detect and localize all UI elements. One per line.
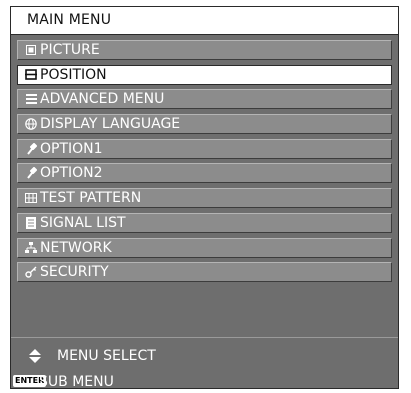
menu-item-signal-list[interactable]: SIGNAL LIST (17, 212, 392, 233)
main-menu-panel: MAIN MENU PICTURE POSITION ADVANCED MENU… (10, 6, 399, 390)
wrench-icon (24, 164, 38, 182)
menu-item-picture[interactable]: PICTURE (17, 40, 392, 60)
signal-list-icon (24, 214, 38, 232)
advanced-menu-icon (24, 90, 38, 108)
menu-item-advanced-menu[interactable]: ADVANCED MENU (17, 89, 392, 110)
menu-item-label: ADVANCED MENU (40, 91, 165, 108)
menu-item-label: TEST PATTERN (40, 190, 142, 207)
menu-item-option1[interactable]: OPTION1 (17, 138, 392, 159)
menu-item-label: POSITION (40, 66, 107, 83)
test-pattern-icon (24, 189, 38, 207)
menu-item-label: SECURITY (40, 264, 109, 281)
network-icon (24, 239, 38, 257)
menu-item-security[interactable]: SECURITY (17, 262, 392, 283)
menu-item-position[interactable]: POSITION (17, 64, 392, 85)
menu-title-bar: MAIN MENU (11, 7, 398, 35)
menu-item-label: SIGNAL LIST (40, 214, 126, 231)
key-guide: MENU SELECT ENTER SUB MENU (11, 337, 398, 390)
menu-item-display-language[interactable]: DISPLAY LANGUAGE (17, 114, 392, 135)
key-icon (24, 263, 38, 281)
sub-menu-text: SUB MENU (39, 374, 114, 390)
menu-title: MAIN MENU (27, 12, 112, 28)
position-icon (24, 66, 38, 84)
globe-icon (24, 115, 38, 133)
menu-item-network[interactable]: NETWORK (17, 237, 392, 258)
menu-item-test-pattern[interactable]: TEST PATTERN (17, 188, 392, 209)
wrench-icon (24, 140, 38, 158)
menu-item-label: PICTURE (40, 42, 100, 58)
menu-select-text: MENU SELECT (57, 348, 156, 364)
up-down-arrows-icon (29, 349, 41, 363)
enter-hint: ENTER SUB MENU (11, 371, 398, 393)
menu-item-label: OPTION1 (40, 140, 103, 157)
menu-list: PICTURE POSITION ADVANCED MENU DISPLAY L… (17, 40, 392, 287)
menu-item-label: NETWORK (40, 239, 112, 256)
menu-item-option2[interactable]: OPTION2 (17, 163, 392, 184)
menu-select-hint: MENU SELECT (11, 345, 398, 367)
picture-icon (24, 41, 38, 59)
menu-item-label: OPTION2 (40, 165, 103, 182)
menu-item-label: DISPLAY LANGUAGE (40, 116, 181, 133)
